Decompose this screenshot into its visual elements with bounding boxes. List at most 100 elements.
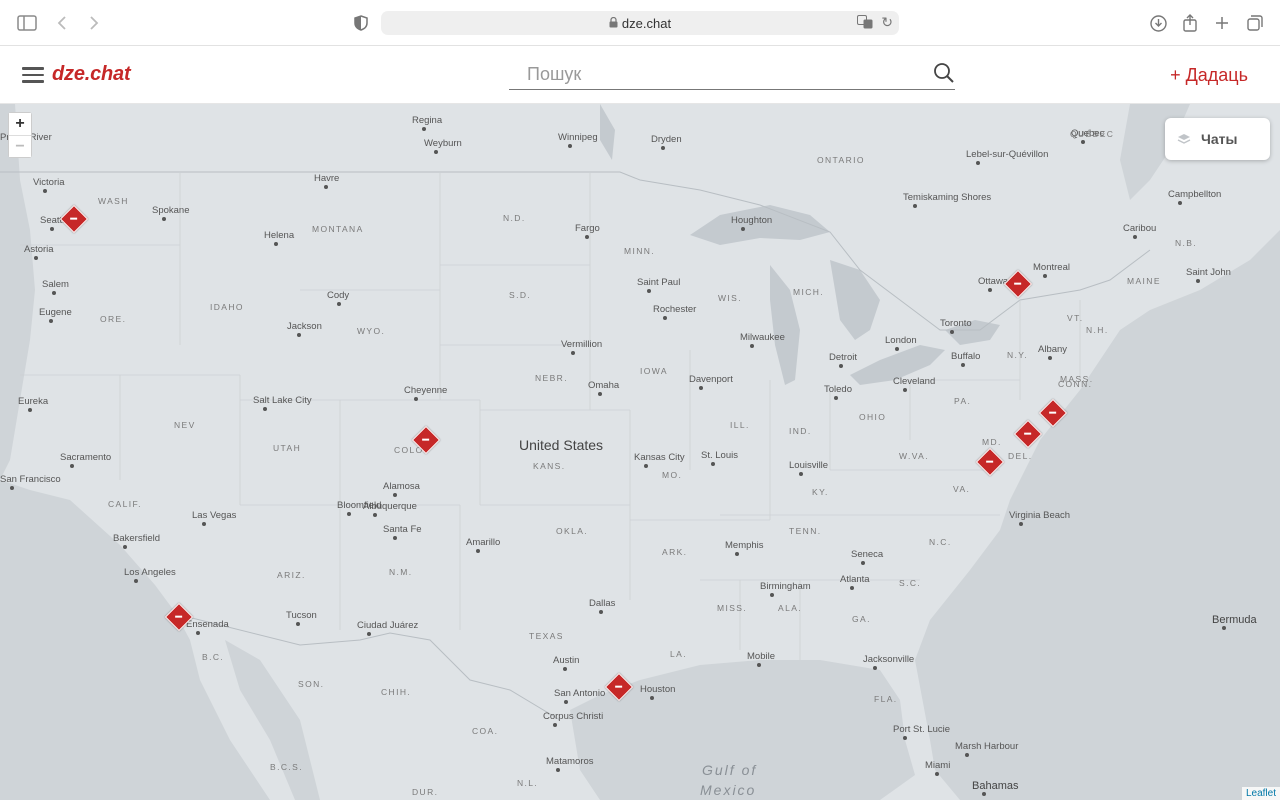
region-label: N.H.: [1086, 325, 1109, 335]
reload-icon[interactable]: ↻: [881, 14, 893, 31]
city-label: Matamoros: [546, 756, 594, 767]
city-label: Winnipeg: [558, 132, 598, 143]
city-label: Louisville: [789, 460, 829, 471]
city-dot: [850, 586, 854, 590]
downloads-icon[interactable]: [1146, 11, 1170, 35]
city-label: Birmingham: [760, 581, 811, 592]
city-dot: [49, 319, 53, 323]
city-label: Bahamas: [972, 780, 1019, 792]
region-label: LA.: [670, 649, 687, 659]
region-label: OKLA.: [556, 526, 589, 536]
city-label: Albany: [1038, 344, 1068, 355]
city-label: Sacramento: [60, 452, 112, 463]
city-dot: [873, 666, 877, 670]
region-label: ALA.: [778, 603, 803, 613]
city-dot: [414, 397, 418, 401]
city-label: Eugene: [39, 307, 72, 318]
city-label: Davenport: [689, 374, 733, 385]
city-dot: [162, 217, 166, 221]
address-bar[interactable]: dze.chat ↻: [381, 11, 899, 35]
city-label: Marsh Harbour: [955, 741, 1019, 752]
share-icon[interactable]: [1178, 11, 1202, 35]
region-label: COA.: [472, 726, 499, 736]
new-tab-icon[interactable]: [1210, 11, 1234, 35]
region-label: MONTANA: [312, 224, 364, 234]
sidebar-toggle-icon[interactable]: [15, 11, 39, 35]
city-dot: [434, 150, 438, 154]
region-label: CHIH.: [381, 687, 412, 697]
city-label: Bakersfield: [113, 533, 160, 544]
translate-icon[interactable]: [857, 15, 873, 32]
search-input[interactable]: [509, 60, 919, 88]
back-icon[interactable]: [50, 11, 74, 35]
city-dot: [598, 392, 602, 396]
add-button[interactable]: + Дадаць: [1170, 65, 1248, 86]
layers-label: Чаты: [1201, 131, 1238, 147]
region-label: TEXAS: [529, 631, 564, 641]
city-label: Rochester: [653, 304, 697, 315]
city-dot: [1019, 522, 1023, 526]
city-dot: [711, 462, 715, 466]
browser-toolbar: dze.chat ↻: [0, 0, 1280, 46]
city-label: Port St. Lucie: [893, 724, 951, 735]
city-dot: [134, 579, 138, 583]
region-label: MISS.: [717, 603, 748, 613]
city-label: Memphis: [725, 540, 764, 551]
map[interactable]: United States Gulf of Mexico Seattle Spok…: [0, 104, 1280, 800]
privacy-shield-icon[interactable]: [349, 11, 373, 35]
city-label: Bermuda: [1212, 614, 1257, 626]
region-label: FLA.: [874, 694, 898, 704]
city-label: Tucson: [286, 610, 317, 621]
region-label: DUR.: [412, 787, 439, 797]
lock-icon: [609, 16, 618, 31]
region-label: IOWA: [640, 366, 668, 376]
city-label: Spokane: [152, 205, 190, 216]
app-header: dze.chat + Дадаць: [0, 47, 1280, 104]
region-label: MAINE: [1127, 276, 1161, 286]
region-label: MICH.: [793, 287, 825, 297]
city-label: Milwaukee: [740, 332, 785, 343]
city-label: Buffalo: [951, 351, 981, 362]
city-label: Corpus Christi: [543, 711, 604, 722]
city-label: London: [885, 335, 917, 346]
city-label: Ciudad Juárez: [357, 620, 419, 631]
zoom-control: + −: [8, 112, 32, 158]
zoom-out-button[interactable]: −: [9, 135, 31, 157]
city-dot: [750, 344, 754, 348]
search-icon[interactable]: [933, 62, 955, 84]
menu-icon[interactable]: [22, 67, 44, 83]
city-label: Virginia Beach: [1009, 510, 1071, 521]
map-attribution[interactable]: Leaflet: [1241, 787, 1280, 800]
region-label: GA.: [852, 614, 871, 624]
city-label: Fargo: [575, 223, 600, 234]
region-label: ORE.: [100, 314, 127, 324]
city-label: Salem: [42, 279, 69, 290]
region-label: OHIO: [859, 412, 887, 422]
city-dot: [988, 288, 992, 292]
city-label: Jackson: [287, 321, 322, 332]
region-label: TENN.: [789, 526, 822, 536]
city-label: Dallas: [589, 598, 616, 609]
city-dot: [647, 289, 651, 293]
forward-icon[interactable]: [82, 11, 106, 35]
region-label: IDAHO: [210, 302, 244, 312]
city-dot: [1222, 626, 1226, 630]
layers-icon: [1177, 132, 1191, 146]
city-dot: [861, 561, 865, 565]
city-dot: [1178, 201, 1182, 205]
city-dot: [895, 347, 899, 351]
tab-overview-icon[interactable]: [1243, 11, 1267, 35]
city-dot: [373, 513, 377, 517]
city-dot: [347, 512, 351, 516]
zoom-in-button[interactable]: +: [9, 113, 31, 135]
logo[interactable]: dze.chat: [52, 63, 131, 86]
region-label: VA.: [953, 484, 971, 494]
region-label: ONTARIO: [817, 155, 865, 165]
city-dot: [422, 127, 426, 131]
layers-control[interactable]: Чаты: [1165, 118, 1270, 160]
city-dot: [976, 161, 980, 165]
region-label: SON.: [298, 679, 325, 689]
city-label: Ensenada: [186, 619, 229, 630]
city-dot: [585, 235, 589, 239]
sea-label: Mexico: [700, 782, 757, 798]
